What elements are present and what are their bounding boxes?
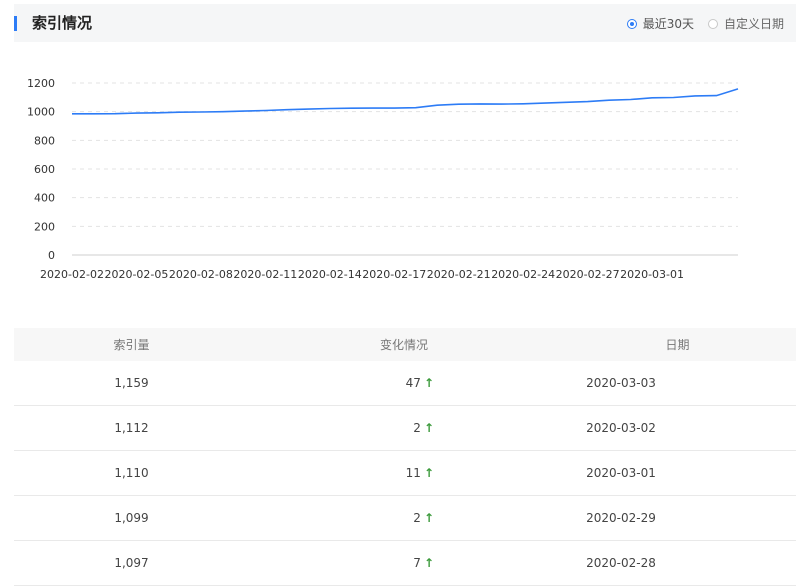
change-cell: 11 ↑ bbox=[249, 466, 434, 480]
radio-label: 最近30天 bbox=[642, 17, 694, 31]
table-header: 索引量 变化情况 日期 bbox=[14, 328, 796, 361]
x-tick-label: 2020-02-21 bbox=[427, 268, 491, 281]
index-count-cell: 1,097 bbox=[114, 556, 149, 570]
radio-label: 自定义日期 bbox=[723, 17, 784, 31]
arrow-up-icon: ↑ bbox=[423, 466, 434, 480]
x-tick-label: 2020-02-17 bbox=[362, 268, 426, 281]
y-tick-label: 400 bbox=[34, 192, 55, 205]
change-value-group: 47 ↑ bbox=[249, 376, 434, 390]
section-header: 索引情况 最近30天 自定义日期 bbox=[14, 4, 796, 42]
x-tick-label: 2020-02-05 bbox=[104, 268, 168, 281]
change-value: 11 bbox=[405, 466, 421, 480]
radio-unchecked-icon bbox=[707, 18, 718, 29]
arrow-up-icon: ↑ bbox=[423, 511, 434, 525]
date-range-radio-group: 最近30天 自定义日期 bbox=[626, 15, 784, 32]
y-tick-label: 0 bbox=[48, 249, 55, 262]
index-count-cell: 1,112 bbox=[114, 421, 149, 435]
index-count-cell: 1,159 bbox=[114, 376, 149, 390]
x-tick-label: 2020-02-14 bbox=[298, 268, 362, 281]
page-title: 索引情况 bbox=[32, 14, 93, 32]
change-cell: 7 ↑ bbox=[249, 556, 434, 570]
date-cell: 2020-02-28 bbox=[586, 556, 656, 570]
y-tick-label: 1200 bbox=[27, 77, 55, 90]
index-count-cell: 1,110 bbox=[114, 466, 149, 480]
radio-checked-icon bbox=[626, 18, 637, 29]
date-cell: 2020-03-01 bbox=[586, 466, 656, 480]
x-tick-label: 2020-03-01 bbox=[620, 268, 684, 281]
change-value-group: 2 ↑ bbox=[249, 421, 434, 435]
index-trend-chart: 0 200 400 600 800 1000 1200 2020-02-02 2020-02-0… bbox=[0, 60, 800, 290]
table-body: 1,159 47 ↑ 2020-03-03 1,112 2 ↑ 2020-03-02 1,110… bbox=[14, 361, 796, 586]
change-value: 47 bbox=[405, 376, 421, 390]
arrow-up-icon: ↑ bbox=[423, 421, 434, 435]
change-value-group: 2 ↑ bbox=[249, 511, 434, 525]
index-table: 索引量 变化情况 日期 1,159 47 ↑ 2020-03-03 1,112 2 ↑ 202… bbox=[14, 328, 796, 586]
change-value: 2 bbox=[413, 421, 421, 435]
y-tick-label: 1000 bbox=[27, 106, 55, 119]
change-value-group: 7 ↑ bbox=[249, 556, 434, 570]
table-row: 1,110 11 ↑ 2020-03-01 bbox=[14, 451, 796, 496]
table-row: 1,159 47 ↑ 2020-03-03 bbox=[14, 361, 796, 406]
y-tick-label: 800 bbox=[34, 134, 55, 147]
x-tick-label: 2020-02-02 bbox=[40, 268, 104, 281]
header-accent-bar bbox=[14, 16, 17, 31]
x-tick-label: 2020-02-24 bbox=[491, 268, 555, 281]
date-cell: 2020-02-29 bbox=[586, 511, 656, 525]
table-row: 1,097 7 ↑ 2020-02-28 bbox=[14, 541, 796, 586]
x-tick-label: 2020-02-11 bbox=[233, 268, 297, 281]
y-tick-label: 200 bbox=[34, 220, 55, 233]
header-date: 日期 bbox=[665, 338, 690, 352]
table-row: 1,099 2 ↑ 2020-02-29 bbox=[14, 496, 796, 541]
change-value-group: 11 ↑ bbox=[249, 466, 434, 480]
x-tick-label: 2020-02-08 bbox=[169, 268, 233, 281]
date-cell: 2020-03-02 bbox=[586, 421, 656, 435]
header-change: 变化情况 bbox=[379, 338, 428, 352]
table-row: 1,112 2 ↑ 2020-03-02 bbox=[14, 406, 796, 451]
change-cell: 2 ↑ bbox=[249, 421, 434, 435]
x-tick-label: 2020-02-27 bbox=[556, 268, 620, 281]
radio-custom-date[interactable]: 自定义日期 bbox=[707, 15, 784, 32]
change-cell: 2 ↑ bbox=[249, 511, 434, 525]
index-count-cell: 1,099 bbox=[114, 511, 149, 525]
date-cell: 2020-03-03 bbox=[586, 376, 656, 390]
series-line bbox=[72, 88, 739, 115]
header-index-count: 索引量 bbox=[113, 338, 150, 352]
radio-last-30-days[interactable]: 最近30天 bbox=[626, 15, 694, 32]
line-chart-svg: 0200400600800100012002020-02-02 2020-02-0… bbox=[27, 77, 739, 281]
change-cell: 47 ↑ bbox=[249, 376, 434, 390]
change-value: 7 bbox=[413, 556, 421, 570]
arrow-up-icon: ↑ bbox=[423, 376, 434, 390]
change-value: 2 bbox=[413, 511, 421, 525]
y-tick-label: 600 bbox=[34, 163, 55, 176]
arrow-up-icon: ↑ bbox=[423, 556, 434, 570]
